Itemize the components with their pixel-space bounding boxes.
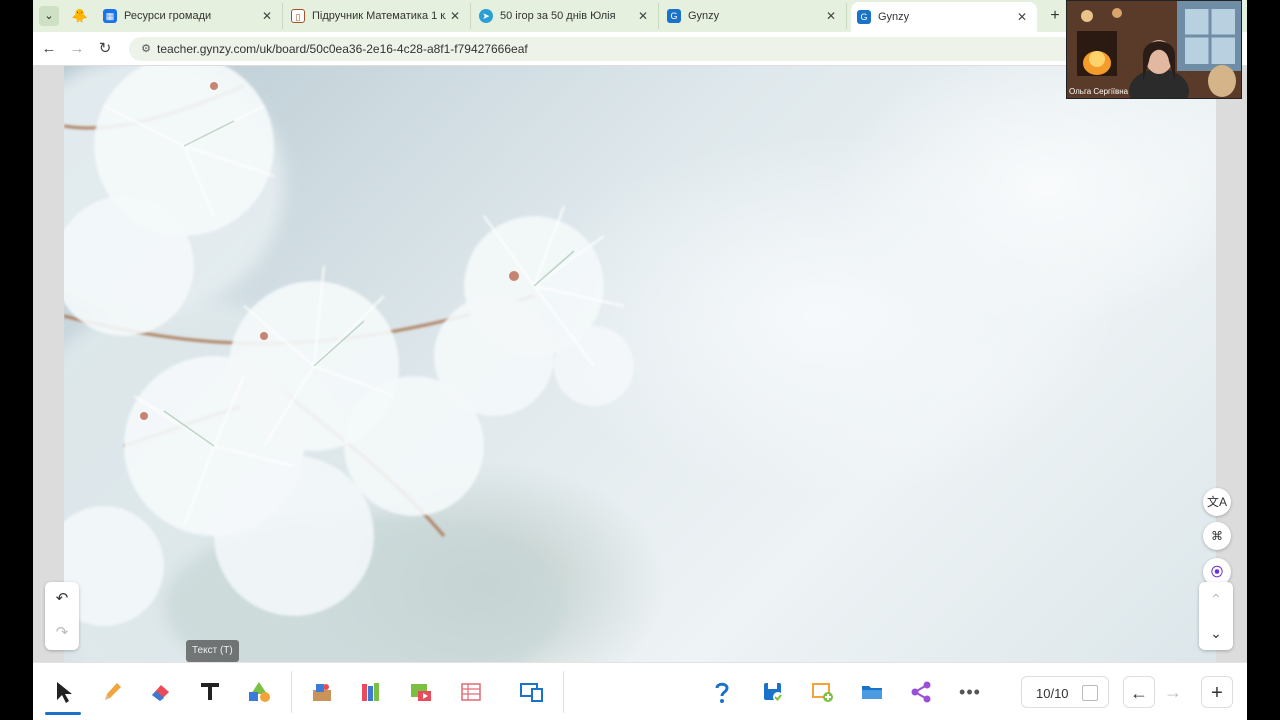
tooltip-text-tool: Текст (T): [186, 640, 239, 662]
tab-title: 50 ігор за 50 днів Юлія: [500, 10, 616, 22]
page-number: 10/10: [1036, 686, 1069, 701]
save-icon[interactable]: [758, 677, 788, 707]
back-icon[interactable]: ←: [39, 39, 59, 59]
tab-resources[interactable]: ▦ Ресурси громади ✕: [97, 3, 283, 29]
telegram-icon: ➤: [479, 9, 493, 23]
board-canvas[interactable]: [33, 66, 1247, 662]
media-icon[interactable]: [406, 677, 436, 707]
reload-icon[interactable]: ↻: [95, 39, 115, 59]
shapes-icon[interactable]: [244, 677, 274, 707]
books-icon[interactable]: [356, 677, 386, 707]
undo-icon[interactable]: ↶: [45, 582, 79, 616]
close-icon[interactable]: ✕: [446, 9, 464, 23]
address-bar: ← → ↻ ⚙ teacher.gynzy.com/uk/board/50c0e…: [33, 32, 1247, 66]
tab-search-icon[interactable]: ⌄: [39, 6, 59, 26]
help-icon[interactable]: [707, 677, 737, 707]
close-icon[interactable]: ✕: [822, 9, 840, 23]
redo-icon[interactable]: ↷: [45, 616, 79, 650]
share-icon[interactable]: [906, 677, 936, 707]
close-icon[interactable]: ✕: [634, 9, 652, 23]
translate-icon[interactable]: 文A: [1203, 488, 1231, 516]
toolbar-divider: [563, 671, 564, 713]
tab-title: Ресурси громади: [124, 10, 212, 22]
forward-icon[interactable]: →: [67, 39, 87, 59]
next-page-button[interactable]: →: [1157, 676, 1189, 708]
url-field[interactable]: ⚙ teacher.gynzy.com/uk/board/50c0ea36-2e…: [129, 37, 1109, 61]
tab-title: Підручник Математика 1 клас: [312, 10, 446, 22]
gynzy-icon: G: [667, 9, 681, 23]
add-page-button[interactable]: +: [1201, 676, 1233, 708]
scroll-down-icon[interactable]: ⌄: [1199, 616, 1233, 650]
pencil-icon[interactable]: [97, 677, 127, 707]
webcam-overlay: Ольга Сергіївна: [1066, 0, 1242, 99]
library-icon[interactable]: [307, 677, 337, 707]
scroll-up-icon[interactable]: ⌃: [1199, 582, 1233, 616]
pointer-icon[interactable]: [49, 677, 79, 707]
page-scroll-panel: ⌃ ⌄: [1199, 582, 1233, 650]
tab-favicon-icon: ▦: [103, 9, 117, 23]
add-slide-icon[interactable]: [808, 677, 838, 707]
new-tab-button[interactable]: +: [1045, 5, 1065, 27]
folder-icon[interactable]: [857, 677, 887, 707]
previous-page-button[interactable]: ←: [1123, 676, 1155, 708]
tab-gynzy-active[interactable]: G Gynzy ✕: [851, 2, 1037, 32]
book-icon: ▯: [291, 9, 305, 23]
pinned-tab[interactable]: 🐥: [69, 6, 91, 26]
gynzy-icon: G: [857, 10, 871, 24]
toolbar-divider: [291, 671, 292, 713]
site-info-icon[interactable]: ⚙: [137, 40, 155, 58]
tab-textbook[interactable]: ▯ Підручник Математика 1 клас ✕: [285, 3, 471, 29]
text-icon[interactable]: [195, 677, 225, 707]
tab-title: Gynzy: [688, 10, 720, 22]
screen-share-icon[interactable]: [517, 677, 547, 707]
url-text: teacher.gynzy.com/uk/board/50c0ea36-2e16…: [157, 42, 528, 56]
browser-window: ⌄ 🐥 ▦ Ресурси громади ✕ ▯ Підручник Мате…: [33, 0, 1247, 720]
eraser-icon[interactable]: [146, 677, 176, 707]
tab-title: Gynzy: [878, 11, 910, 23]
more-icon[interactable]: •••: [955, 677, 985, 707]
frosted-pine-branch-image: [64, 66, 634, 662]
bottom-toolbar: ••• 10/10 ← → +: [33, 662, 1247, 720]
active-tool-indicator: [45, 712, 81, 715]
tab-gynzy[interactable]: G Gynzy ✕: [661, 3, 847, 29]
webcam-participant-name: Ольга Сергіївна: [1069, 87, 1129, 96]
close-icon[interactable]: ✕: [258, 9, 276, 23]
pages-icon: [1082, 685, 1098, 701]
tab-bar: ⌄ 🐥 ▦ Ресурси громади ✕ ▯ Підручник Мате…: [33, 0, 1247, 32]
webcam-video-icon: [1067, 1, 1241, 98]
qr-code-icon[interactable]: ⌘: [1203, 522, 1231, 550]
close-icon[interactable]: ✕: [1013, 10, 1031, 24]
page-indicator[interactable]: 10/10: [1021, 676, 1109, 708]
tab-telegram[interactable]: ➤ 50 ігор за 50 днів Юлія ✕: [473, 3, 659, 29]
table-icon[interactable]: [456, 677, 486, 707]
slide-image: [64, 66, 1216, 662]
undo-redo-panel: ↶ ↷: [45, 582, 79, 650]
